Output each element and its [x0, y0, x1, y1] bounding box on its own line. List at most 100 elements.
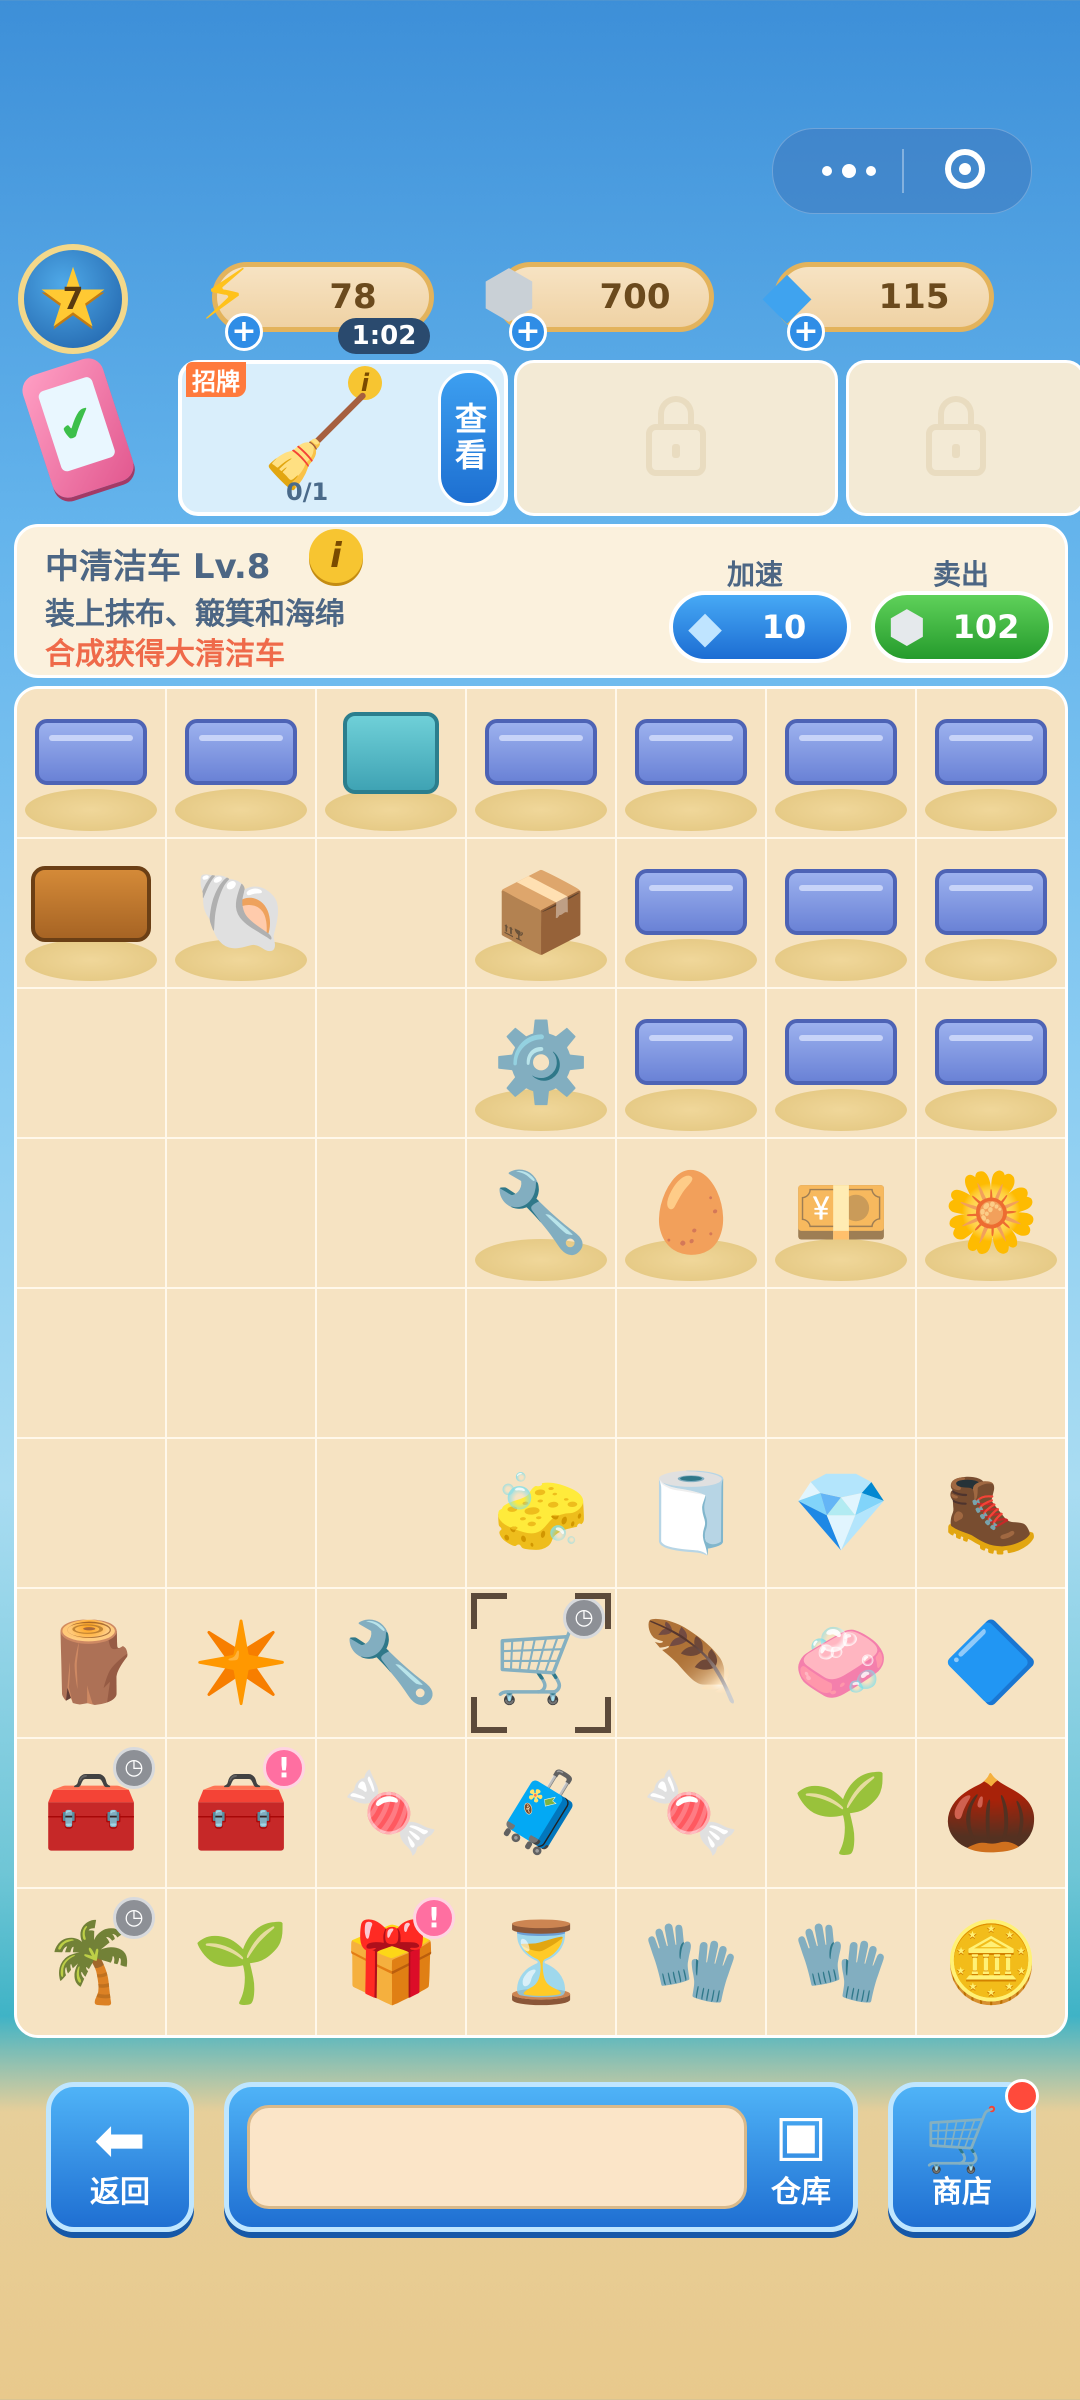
merge-item[interactable]: 🌰 [942, 1774, 1039, 1852]
board-cell[interactable]: ✴️ [167, 1589, 317, 1739]
order-slot-1[interactable]: 招牌 i 🧹 0/1 查看 [178, 360, 508, 516]
board-cell[interactable] [17, 989, 167, 1139]
board-cell[interactable]: 🧼 [767, 1589, 917, 1739]
gems-pill[interactable]: ◆ + 115 [762, 258, 994, 351]
board-cell[interactable] [917, 689, 1065, 839]
merge-item[interactable]: 🌼 [942, 1174, 1039, 1252]
storage-slot-field[interactable] [247, 2105, 747, 2209]
board-cell[interactable] [467, 1289, 617, 1439]
board-cell[interactable]: 🎁! [317, 1889, 467, 2035]
merge-item[interactable]: 📦 [492, 874, 589, 952]
board-cell[interactable] [617, 839, 767, 989]
board-cell[interactable]: 🥾 [917, 1439, 1065, 1589]
locked-crate-item[interactable] [635, 869, 747, 935]
locked-crate-item[interactable] [935, 869, 1047, 935]
board-cell[interactable]: 🛒 ◷ [467, 1589, 617, 1739]
board-cell[interactable]: ⏳ [467, 1889, 617, 2035]
board-cell[interactable] [167, 989, 317, 1139]
speed-up-button[interactable]: ◆ 10 [669, 591, 851, 663]
phone-tasks-icon[interactable]: ✔ [18, 354, 142, 502]
merge-item[interactable]: 🔧 [492, 1174, 589, 1252]
locked-crate-item[interactable] [935, 1019, 1047, 1085]
board-cell[interactable]: ⚙️ [467, 989, 617, 1139]
merge-item[interactable]: ⏳ [492, 1924, 589, 2002]
board-cell[interactable]: 🔷 [917, 1589, 1065, 1739]
board-cell[interactable] [167, 1139, 317, 1289]
board-cell[interactable] [17, 689, 167, 839]
locked-crate-item[interactable] [635, 719, 747, 785]
board-cell[interactable] [617, 689, 767, 839]
locked-crate-item[interactable] [935, 719, 1047, 785]
board-cell[interactable]: 🌰 [917, 1739, 1065, 1889]
board-cell[interactable]: 🔧 [467, 1139, 617, 1289]
player-level-badge[interactable]: ★ 7 [18, 244, 128, 354]
board-cell[interactable]: 🪶 [617, 1589, 767, 1739]
board-cell[interactable] [767, 839, 917, 989]
board-cell[interactable] [17, 1439, 167, 1589]
board-cell[interactable]: 🌱 [167, 1889, 317, 2035]
locked-crate-item[interactable] [485, 719, 597, 785]
board-cell[interactable] [767, 989, 917, 1139]
board-cell[interactable]: 🪙 [917, 1889, 1065, 2035]
merge-item[interactable]: 🥾 [942, 1474, 1039, 1552]
board-cell[interactable] [917, 989, 1065, 1139]
board-cell[interactable] [617, 1289, 767, 1439]
board-cell[interactable]: 🧽 [467, 1439, 617, 1589]
board-cell[interactable] [167, 1289, 317, 1439]
merge-item[interactable]: 🪙 [942, 1924, 1039, 2002]
merge-item[interactable]: 🐚 [192, 874, 289, 952]
board-cell[interactable] [317, 839, 467, 989]
board-cell[interactable]: 🪵 [17, 1589, 167, 1739]
locked-crate-item[interactable] [785, 719, 897, 785]
merge-item[interactable]: 🧻 [642, 1474, 739, 1552]
board-cell[interactable] [317, 989, 467, 1139]
board-cell[interactable]: 🍬 [617, 1739, 767, 1889]
add-energy-button[interactable]: + [225, 313, 263, 351]
item-info-icon[interactable]: i [309, 529, 363, 583]
storage-bar[interactable]: ▣ 仓库 [224, 2082, 858, 2232]
board-cell[interactable]: 🧤 [767, 1889, 917, 2035]
merge-item[interactable]: ✴️ [192, 1624, 289, 1702]
merge-item[interactable]: 🌱 [192, 1924, 289, 2002]
sell-button[interactable]: ⬢ 102 [871, 591, 1053, 663]
back-button[interactable]: ⬅ 返回 [46, 2082, 194, 2232]
merge-item[interactable]: 🥚 [642, 1174, 739, 1252]
merge-item[interactable]: 🧽 [492, 1474, 589, 1552]
merge-item[interactable]: 🔷 [942, 1624, 1039, 1702]
view-order-button[interactable]: 查看 [438, 370, 500, 506]
locked-crate-item[interactable] [785, 869, 897, 935]
board-cell[interactable]: 💴 [767, 1139, 917, 1289]
merge-item[interactable]: 🍬 [642, 1774, 739, 1852]
add-coins-button[interactable]: + [509, 313, 547, 351]
board-cell[interactable] [917, 1289, 1065, 1439]
board-cell[interactable]: 🌱 [767, 1739, 917, 1889]
locked-crate-item[interactable] [785, 1019, 897, 1085]
board-cell[interactable]: 💎 [767, 1439, 917, 1589]
board-cell[interactable] [617, 989, 767, 1139]
box-teal-item[interactable] [343, 712, 439, 794]
board-cell[interactable] [167, 689, 317, 839]
board-cell[interactable]: 🥚 [617, 1139, 767, 1289]
merge-item[interactable]: 💎 [792, 1474, 889, 1552]
board-cell[interactable]: 🌼 [917, 1139, 1065, 1289]
board-cell[interactable]: 🧰 ◷ [17, 1739, 167, 1889]
merge-item[interactable]: 🍬 [342, 1774, 439, 1852]
board-cell[interactable] [317, 1439, 467, 1589]
merge-item[interactable]: 🧼 [792, 1624, 889, 1702]
locked-crate-item[interactable] [35, 719, 147, 785]
locked-crate-item[interactable] [635, 1019, 747, 1085]
merge-item[interactable]: 🧤 [792, 1924, 889, 2002]
close-target-icon[interactable] [945, 149, 985, 189]
board-cell[interactable] [767, 1289, 917, 1439]
board-cell[interactable]: 🧤 [617, 1889, 767, 2035]
board-cell[interactable]: 🍬 [317, 1739, 467, 1889]
add-gems-button[interactable]: + [787, 313, 825, 351]
board-cell[interactable] [17, 839, 167, 989]
locked-crate-item[interactable] [185, 719, 297, 785]
coins-pill[interactable]: ⬢ + 700 [481, 258, 714, 351]
board-cell[interactable]: 🔧 [317, 1589, 467, 1739]
merge-item[interactable]: 🪶 [642, 1624, 739, 1702]
board-cell[interactable]: 🧻 [617, 1439, 767, 1589]
merge-item[interactable]: 🌱 [792, 1774, 889, 1852]
more-menu-icon[interactable] [809, 153, 889, 189]
